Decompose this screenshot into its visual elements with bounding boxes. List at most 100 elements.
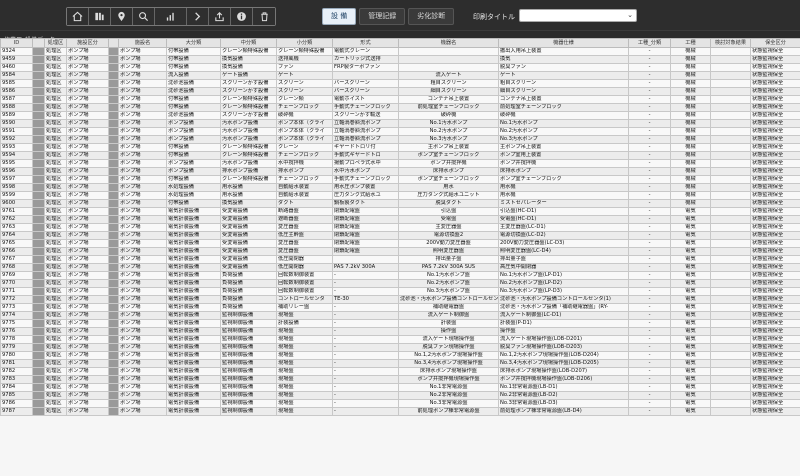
table-cell[interactable]: 流入ゲート現場操作盤(LOB-D201) bbox=[498, 335, 629, 344]
table-cell[interactable]: 脱臭ファン現場操作盤(LOB-D203) bbox=[498, 343, 629, 352]
table-cell[interactable]: 9584 bbox=[0, 71, 33, 80]
table-cell[interactable]: 状態監視保全 bbox=[750, 111, 800, 120]
table-cell[interactable]: 9786 bbox=[0, 399, 33, 408]
table-cell[interactable]: - bbox=[628, 295, 671, 304]
table-cell[interactable]: ポンプ場 bbox=[118, 367, 167, 376]
table-cell[interactable]: 状態監視保全 bbox=[750, 119, 800, 128]
table-cell[interactable]: 換気設備 bbox=[220, 63, 277, 72]
table-cell[interactable]: 処理区 bbox=[44, 335, 67, 344]
table-cell[interactable]: 現場盤 bbox=[276, 391, 333, 400]
tab-maintenance-records[interactable]: 管理記録 bbox=[359, 8, 406, 25]
table-cell[interactable]: 9779 bbox=[0, 343, 33, 352]
table-cell[interactable]: - bbox=[628, 47, 671, 56]
table-cell[interactable]: 200V動力変圧器盤 bbox=[398, 239, 499, 248]
table-cell[interactable] bbox=[108, 111, 119, 120]
table-row[interactable]: 9591 処理区 ポンプ場 ポンプ場 ポンプ設備 汚水ポンプ設備 ポンプ本体（クライ 立軸渦巻… bbox=[0, 127, 800, 136]
table-cell[interactable]: ポンプ場 bbox=[118, 271, 167, 280]
table-cell[interactable]: 状態監視保全 bbox=[750, 95, 800, 104]
table-cell[interactable] bbox=[32, 95, 45, 104]
table-cell[interactable]: 用水 bbox=[398, 183, 499, 192]
table-cell[interactable]: クレーン類特殊設備 bbox=[220, 103, 277, 112]
table-cell[interactable]: ポンプ場 bbox=[118, 191, 167, 200]
table-cell[interactable]: 状態監視保全 bbox=[750, 311, 800, 320]
table-cell[interactable]: 電気 bbox=[670, 359, 711, 368]
table-row[interactable]: 9588 処理区 ポンプ場 ポンプ場 付帯設備 クレーン類特殊設備 チェーンブロック 手動式チ… bbox=[0, 103, 800, 112]
table-cell[interactable]: 電気計装設備 bbox=[166, 263, 221, 272]
table-cell[interactable]: - bbox=[332, 359, 399, 368]
table-cell[interactable]: 前処理室チェーンブロック bbox=[498, 103, 629, 112]
table-cell[interactable]: ポンプ場 bbox=[66, 295, 109, 304]
table-cell[interactable]: 状態監視保全 bbox=[750, 303, 800, 312]
table-cell[interactable]: ポンプ場 bbox=[118, 263, 167, 272]
table-cell[interactable] bbox=[32, 367, 45, 376]
table-cell[interactable] bbox=[108, 359, 119, 368]
upload-button[interactable] bbox=[209, 8, 231, 25]
table-cell[interactable]: 細目スクリーン bbox=[398, 87, 499, 96]
table-cell[interactable]: バースクリーン bbox=[332, 79, 399, 88]
table-cell[interactable]: 機械 bbox=[670, 95, 711, 104]
table-cell[interactable]: 粗目スクリーン bbox=[398, 79, 499, 88]
table-cell[interactable] bbox=[108, 295, 119, 304]
table-cell[interactable]: - bbox=[332, 287, 399, 296]
table-cell[interactable]: 9459 bbox=[0, 55, 33, 64]
table-cell[interactable]: 電気計装設備 bbox=[166, 407, 221, 416]
table-cell[interactable]: 電気 bbox=[670, 255, 711, 264]
table-cell[interactable]: ポンプ室チェーンブロック bbox=[398, 151, 499, 160]
map-button[interactable] bbox=[111, 8, 133, 25]
table-cell[interactable] bbox=[108, 335, 119, 344]
table-cell[interactable]: 計装設備 bbox=[276, 319, 333, 328]
table-cell[interactable] bbox=[710, 111, 751, 120]
table-cell[interactable]: 脱臭ダクト bbox=[398, 199, 499, 208]
table-cell[interactable]: 処理区 bbox=[44, 367, 67, 376]
table-cell[interactable]: 処理区 bbox=[44, 319, 67, 328]
table-cell[interactable] bbox=[108, 207, 119, 216]
table-cell[interactable]: 負荷設備 bbox=[220, 279, 277, 288]
table-cell[interactable]: ポンプ場 bbox=[66, 151, 109, 160]
table-cell[interactable]: ポンプ場 bbox=[118, 375, 167, 384]
table-cell[interactable]: 電気計装設備 bbox=[166, 359, 221, 368]
table-cell[interactable]: 機械 bbox=[670, 71, 711, 80]
table-cell[interactable]: バースクリーン bbox=[332, 87, 399, 96]
table-cell[interactable]: 監視制御設備 bbox=[220, 359, 277, 368]
table-cell[interactable]: 電気計装設備 bbox=[166, 311, 221, 320]
table-cell[interactable]: 処理区 bbox=[44, 399, 67, 408]
table-cell[interactable] bbox=[108, 375, 119, 384]
table-row[interactable]: 9460 処理区 ポンプ場 ポンプ場 付帯設備 換気設備 ファン FRP製ターボファン 脱臭ファ… bbox=[0, 63, 800, 72]
table-cell[interactable] bbox=[32, 55, 45, 64]
table-cell[interactable] bbox=[710, 359, 751, 368]
table-cell[interactable]: ポンプ場 bbox=[118, 87, 167, 96]
table-cell[interactable] bbox=[710, 55, 751, 64]
table-cell[interactable] bbox=[32, 255, 45, 264]
table-cell[interactable]: 処理区 bbox=[44, 159, 67, 168]
table-cell[interactable]: 状態監視保全 bbox=[750, 191, 800, 200]
table-cell[interactable]: スクリーン bbox=[276, 79, 333, 88]
table-cell[interactable]: ポンプ場 bbox=[118, 383, 167, 392]
table-cell[interactable]: 9767 bbox=[0, 255, 33, 264]
table-cell[interactable] bbox=[108, 367, 119, 376]
table-cell[interactable]: 低圧開閉器 bbox=[276, 255, 333, 264]
table-cell[interactable]: 照明変圧器盤 bbox=[398, 247, 499, 256]
table-cell[interactable]: ポンプ場 bbox=[66, 183, 109, 192]
table-cell[interactable]: 電気 bbox=[670, 215, 711, 224]
table-cell[interactable]: 9768 bbox=[0, 263, 33, 272]
table-cell[interactable] bbox=[710, 399, 751, 408]
table-cell[interactable]: 粗目スクリーン bbox=[498, 79, 629, 88]
table-cell[interactable]: 9775 bbox=[0, 319, 33, 328]
table-cell[interactable]: 電気計装設備 bbox=[166, 335, 221, 344]
table-cell[interactable] bbox=[108, 399, 119, 408]
table-cell[interactable]: 機械 bbox=[670, 119, 711, 128]
table-cell[interactable]: 電気計装設備 bbox=[166, 383, 221, 392]
table-cell[interactable]: 汚水ポンプ設備 bbox=[220, 159, 277, 168]
table-cell[interactable]: ポンプ場 bbox=[66, 279, 109, 288]
table-cell[interactable]: 電気 bbox=[670, 327, 711, 336]
table-cell[interactable]: ポンプ場 bbox=[118, 55, 167, 64]
table-cell[interactable]: 排出量子盤 bbox=[498, 255, 629, 264]
column-header[interactable]: 保全区分 bbox=[750, 38, 800, 48]
column-header[interactable]: 処理区 bbox=[44, 38, 67, 48]
table-cell[interactable]: 計装盤(P-D1) bbox=[498, 319, 629, 328]
table-cell[interactable]: ポンプ場 bbox=[118, 351, 167, 360]
table-cell[interactable]: No.1汚水ポンプ盤(LP-D1) bbox=[498, 271, 629, 280]
table-cell[interactable]: 用水機 bbox=[498, 191, 629, 200]
table-cell[interactable]: ポンプ設備 bbox=[166, 159, 221, 168]
column-header[interactable]: 小分類 bbox=[276, 38, 333, 48]
